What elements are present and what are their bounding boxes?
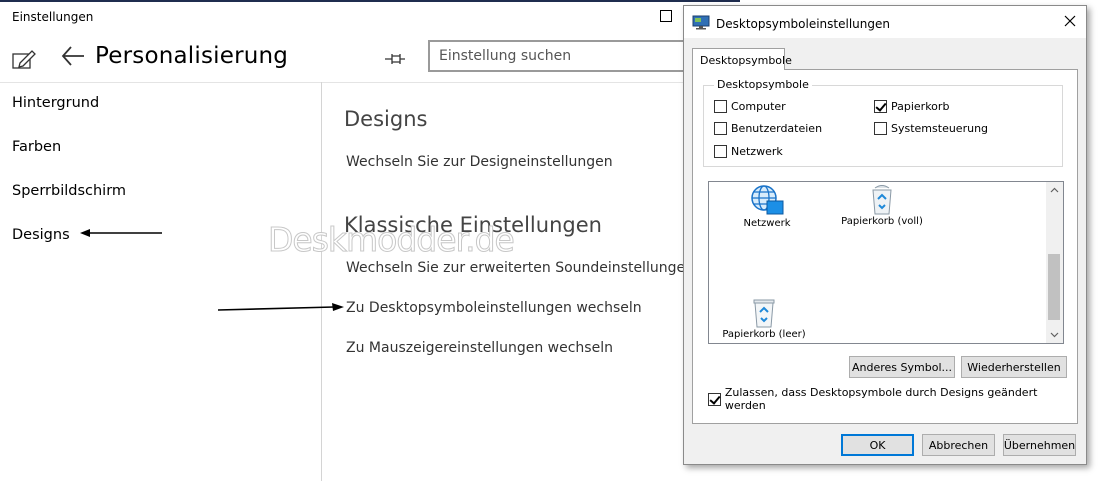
recycle-bin-empty-icon [753,299,775,328]
icon-label: Papierkorb (voll) [841,216,923,227]
recycle-bin-full-icon [872,185,892,215]
scroll-up-icon[interactable] [1050,186,1059,195]
sidebar-item-designs[interactable]: Designs [12,227,70,243]
tab-label: Desktopsymbole [700,54,792,67]
back-arrow-icon[interactable] [60,44,86,68]
edit-icon[interactable] [12,48,38,70]
search-input[interactable]: Einstellung suchen [428,40,718,72]
title-bar: Einstellungen [0,2,740,32]
desktop-icon-settings-dialog: Desktopsymboleinstellungen Desktopsymbol… [683,5,1087,465]
list-item-papierkorb-leer[interactable]: Papierkorb (leer) [717,297,811,340]
pane-divider [321,82,322,481]
apply-button[interactable]: Übernehmen [1003,434,1076,456]
checkbox-label: Papierkorb [891,100,950,113]
checkbox-label: Zulassen, dass Desktopsymbole durch Desi… [724,386,1038,412]
checkbox-box-checked[interactable] [874,100,887,113]
checkbox-systemsteuerung[interactable]: Systemsteuerung [874,122,988,135]
close-icon[interactable] [1062,13,1078,29]
restore-button[interactable]: Wiederherstellen [961,356,1067,378]
checkbox-benutzerdateien[interactable]: Benutzerdateien [714,122,822,135]
checkbox-papierkorb[interactable]: Papierkorb [874,100,949,113]
link-desktopsymboleinstellungen[interactable]: Zu Desktopsymboleinstellungen wechseln [346,300,642,316]
checkbox-box-checked[interactable] [708,392,721,406]
checkbox-label: Benutzerdateien [731,122,823,135]
pin-icon[interactable] [384,50,406,68]
annotation-arrow-desktopsymbole [217,303,344,311]
watermark: Deskmodder.de [268,220,516,260]
sidebar-item-sperrbildschirm[interactable]: Sperrbildschirm [12,183,126,199]
settings-window: Einstellungen Personalisierung Einstellu… [0,0,740,481]
sidebar-item-farben[interactable]: Farben [12,139,61,155]
desktop-monitor-icon [692,15,710,30]
checkbox-box[interactable] [874,122,887,135]
checkbox-box[interactable] [714,122,727,135]
checkbox-label: Systemsteuerung [891,122,989,135]
link-designeinstellungen[interactable]: Wechseln Sie zur Designeinstellungen [346,154,613,170]
section-heading-designs: Designs [344,107,428,131]
icon-label: Netzwerk [743,218,791,229]
checkbox-label: Netzwerk [731,145,783,158]
search-placeholder: Einstellung suchen [439,48,572,64]
list-item-netzwerk[interactable]: Netzwerk [731,184,803,229]
checkbox-label: Computer [731,100,786,113]
maximize-button[interactable] [660,10,672,22]
checkbox-netzwerk[interactable]: Netzwerk [714,145,783,158]
checkbox-box[interactable] [714,100,727,113]
cancel-button[interactable]: Abbrechen [922,434,995,456]
scrollbar-thumb[interactable] [1048,254,1060,320]
group-label: Desktopsymbole [714,78,812,91]
ok-button[interactable]: OK [841,434,914,456]
checkbox-allow-themes[interactable]: Zulassen, dass Desktopsymbole durch Desi… [708,386,1077,412]
page-title: Personalisierung [95,43,289,69]
link-soundeinstellungen[interactable]: Wechseln Sie zur erweiterten Soundeinste… [346,260,694,276]
sidebar-item-hintergrund[interactable]: Hintergrund [12,95,99,111]
dialog-title: Desktopsymboleinstellungen [716,17,890,31]
tab-panel: Desktopsymbole Computer Papierkorb Benut… [692,69,1078,424]
checkbox-box[interactable] [714,145,727,158]
header-divider [0,82,740,83]
checkbox-computer[interactable]: Computer [714,100,786,113]
desktop-icons-group: Desktopsymbole Computer Papierkorb Benut… [703,78,1063,167]
tab-desktopsymbole[interactable]: Desktopsymbole [692,48,792,70]
vertical-scrollbar[interactable] [1046,182,1063,343]
scroll-down-icon[interactable] [1050,330,1059,339]
page-header: Personalisierung Einstellung suchen [0,32,740,82]
link-mauszeigereinstellungen[interactable]: Zu Mauszeigereinstellungen wechseln [346,340,613,356]
annotation-arrow-designs [80,229,162,237]
window-title: Einstellungen [12,10,94,24]
dialog-title-bar: Desktopsymboleinstellungen [684,6,1086,38]
icon-label: Papierkorb (leer) [722,329,806,340]
icon-list[interactable]: Netzwerk Papierkorb (voll) Papierkorb (l… [708,181,1064,344]
change-icon-button[interactable]: Anderes Symbol... [849,356,955,378]
network-globe-icon [751,185,784,215]
list-item-papierkorb-voll[interactable]: Papierkorb (voll) [839,184,925,227]
